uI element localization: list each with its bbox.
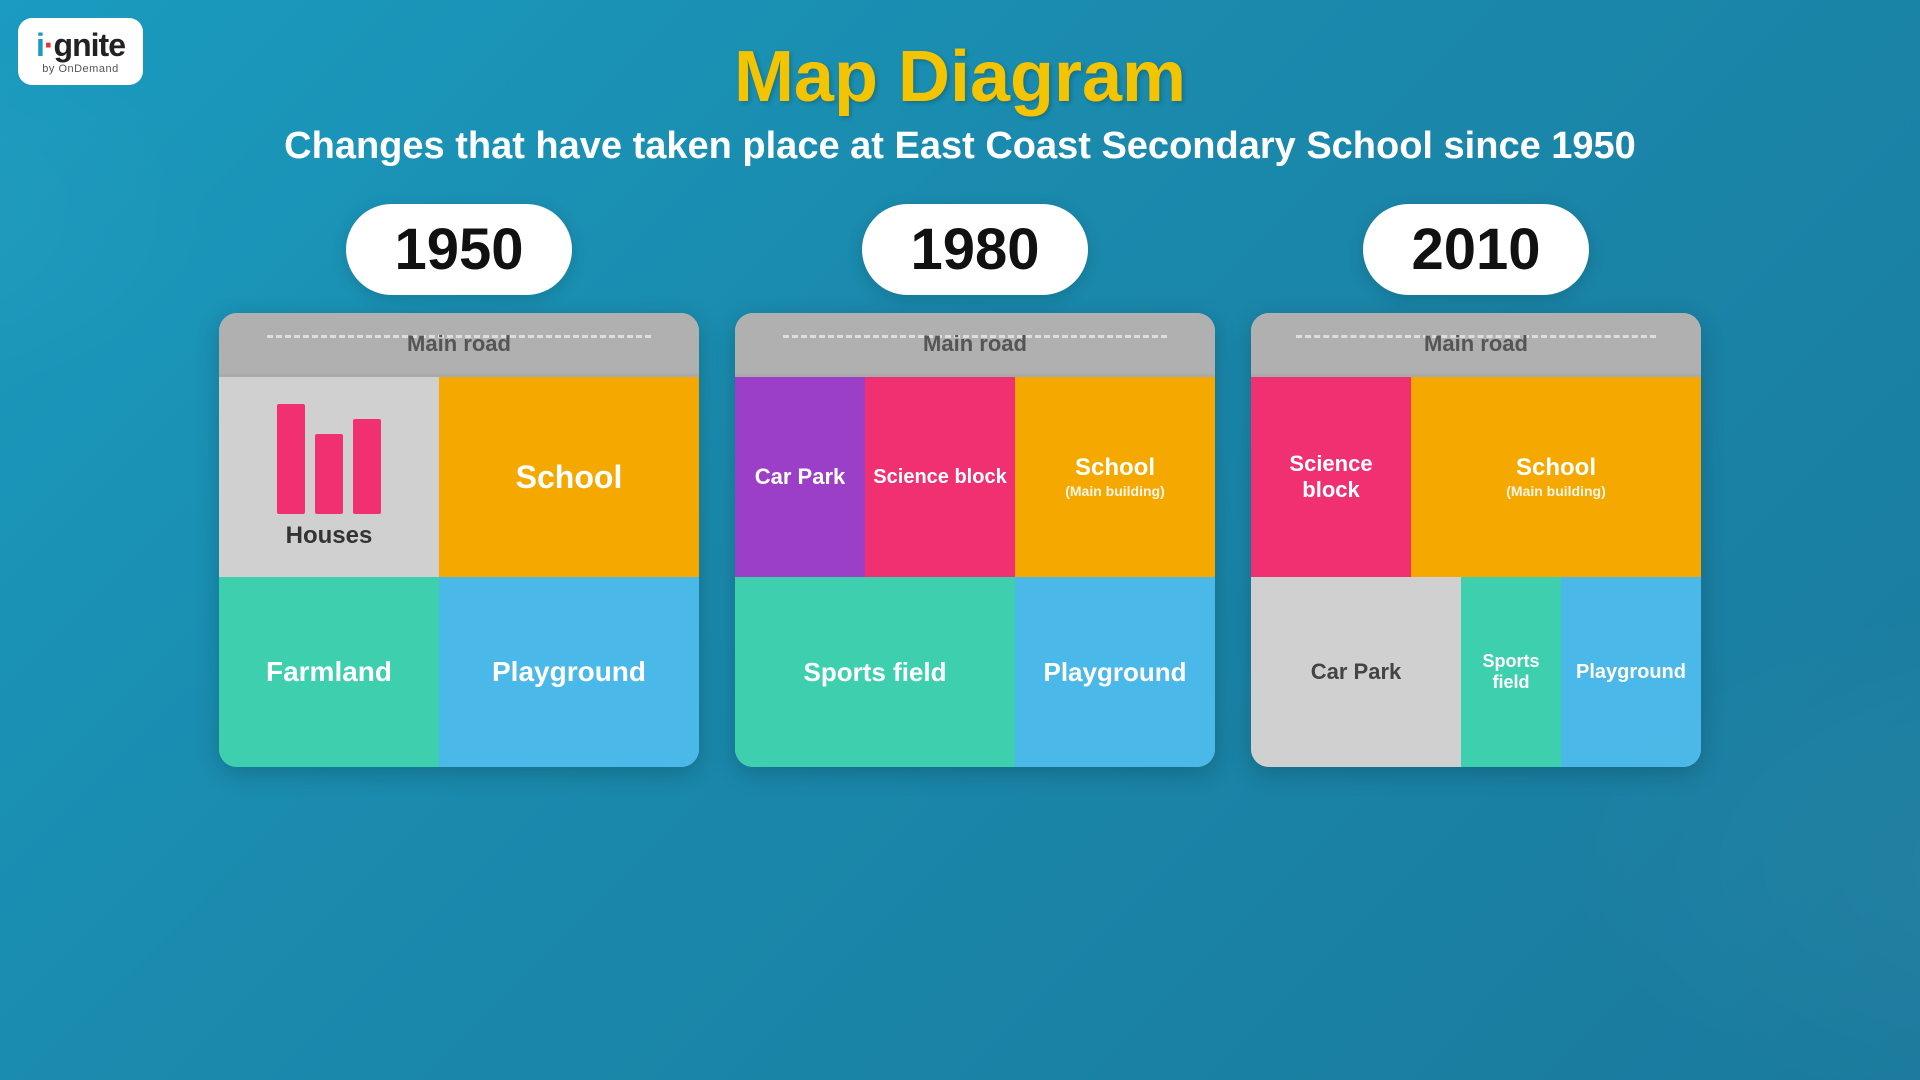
school-label-1950: School: [516, 458, 623, 496]
map-grid-1950: Houses School Farmland Playground: [219, 377, 699, 767]
playground-label-1950: Playground: [492, 655, 646, 689]
page-subtitle: Changes that have taken place at East Co…: [0, 125, 1920, 168]
farmland-label: Farmland: [266, 655, 392, 689]
map-grid-1980: Car Park Science block School (Main buil…: [735, 377, 1215, 767]
carpark-label-1980: Car Park: [755, 464, 846, 490]
pink-bar-3: [353, 419, 381, 514]
page-title: Map Diagram: [0, 38, 1920, 117]
map-diagram-1980: Main road Car Park Science block School …: [735, 313, 1215, 767]
pink-bar-1: [277, 404, 305, 514]
playground-cell-2010: Playground: [1561, 577, 1701, 767]
road-1950: Main road: [219, 313, 699, 377]
sciblock-label-2010: Science block: [1259, 451, 1403, 504]
carpark-cell-1980: Car Park: [735, 377, 865, 577]
school-cell-1950: School: [439, 377, 699, 577]
year-badge-1980: 1980: [862, 204, 1087, 295]
road-label-2010: Main road: [1424, 331, 1528, 357]
sciblock-label-1980: Science block: [873, 465, 1006, 489]
pink-bars: [277, 404, 381, 514]
map-bot-row-1980: Sports field Playground: [735, 577, 1215, 767]
carpark-cell-2010: Car Park: [1251, 577, 1461, 767]
road-2010: Main road: [1251, 313, 1701, 377]
playground-label-2010: Playground: [1576, 660, 1686, 684]
map-top-row-1950: Houses School: [219, 377, 699, 577]
houses-label: Houses: [286, 522, 373, 551]
school-label-2010: School: [1516, 454, 1596, 483]
map-diagram-2010: Main road Science block School (Main bui…: [1251, 313, 1701, 767]
sportsfield-cell-2010: Sports field: [1461, 577, 1561, 767]
school-cell-1980: School (Main building): [1015, 377, 1215, 577]
school-sub-1980: (Main building): [1065, 483, 1165, 500]
map-grid-2010: Science block School (Main building) Car…: [1251, 377, 1701, 767]
sportsfield-label-1980: Sports field: [803, 657, 946, 688]
pink-bar-2: [315, 434, 343, 514]
road-1980: Main road: [735, 313, 1215, 377]
year-badge-1950: 1950: [346, 204, 571, 295]
playground-label-1980: Playground: [1043, 657, 1186, 688]
school-sub-2010: (Main building): [1506, 483, 1606, 500]
sportsfield-cell-1980: Sports field: [735, 577, 1015, 767]
map-bot-row-1950: Farmland Playground: [219, 577, 699, 767]
map-bot-row-2010: Car Park Sports field Playground: [1251, 577, 1701, 767]
carpark-label-2010: Car Park: [1311, 659, 1402, 685]
map-2010: 2010 Main road Science block School (Mai…: [1251, 204, 1701, 767]
map-1950: 1950 Main road Houses: [219, 204, 699, 767]
playground-cell-1980: Playground: [1015, 577, 1215, 767]
houses-cell: Houses: [219, 377, 439, 577]
sciblock-cell-2010: Science block: [1251, 377, 1411, 577]
sciblock-cell-1980: Science block: [865, 377, 1015, 577]
school-label-1980: School: [1075, 454, 1155, 483]
year-badge-2010: 2010: [1363, 204, 1588, 295]
maps-container: 1950 Main road Houses: [0, 204, 1920, 767]
logo-subtitle: by OnDemand: [42, 63, 118, 75]
logo-wordmark: i·gnite: [36, 28, 125, 63]
road-label-1980: Main road: [923, 331, 1027, 357]
playground-cell-1950: Playground: [439, 577, 699, 767]
map-1980: 1980 Main road Car Park Science block Sc…: [735, 204, 1215, 767]
farmland-cell: Farmland: [219, 577, 439, 767]
map-top-row-2010: Science block School (Main building): [1251, 377, 1701, 577]
sportsfield-label-2010: Sports field: [1469, 651, 1553, 694]
school-cell-2010: School (Main building): [1411, 377, 1701, 577]
map-top-row-1980: Car Park Science block School (Main buil…: [735, 377, 1215, 577]
road-label-1950: Main road: [407, 331, 511, 357]
header: Map Diagram Changes that have taken plac…: [0, 0, 1920, 168]
map-diagram-1950: Main road Houses School: [219, 313, 699, 767]
logo: i·gnite by OnDemand: [18, 18, 143, 85]
